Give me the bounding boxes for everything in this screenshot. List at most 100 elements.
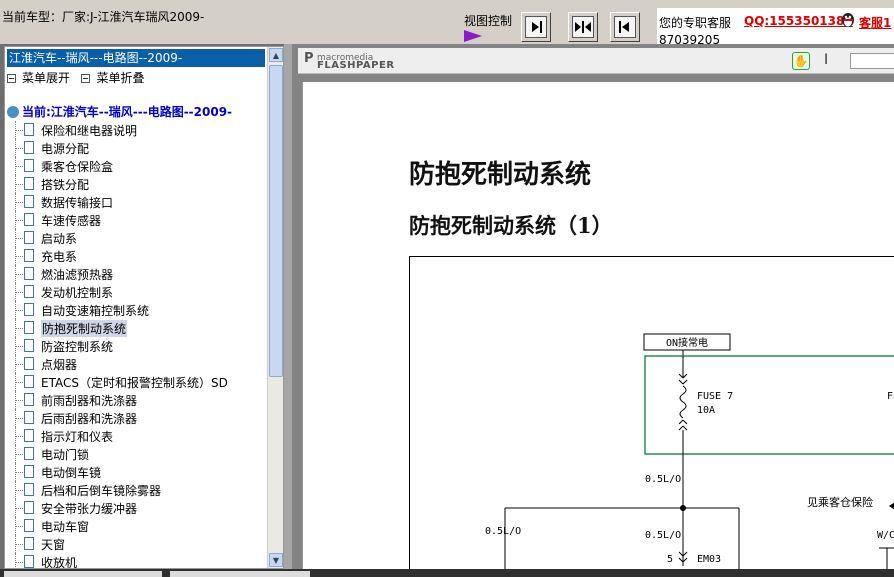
- tree-item[interactable]: 保险和继电器说明: [5, 121, 267, 139]
- tree-item[interactable]: 收放机: [5, 553, 267, 568]
- tree-connector: [15, 544, 23, 545]
- tree-item-label[interactable]: 数据传输接口: [41, 194, 113, 211]
- tree-item[interactable]: 点烟器: [5, 355, 267, 373]
- tree-item[interactable]: 防盗控制系统: [5, 337, 267, 355]
- panel-splitter[interactable]: [284, 44, 292, 577]
- tree-item-label[interactable]: 保险和继电器说明: [41, 122, 137, 139]
- tree-item-label[interactable]: 启动系: [41, 230, 77, 247]
- tree-item-label[interactable]: 天窗: [41, 536, 65, 553]
- document-icon: [24, 393, 34, 406]
- document-icon: [24, 177, 34, 190]
- tree-list: 保险和继电器说明 电源分配 乘客仓保险盒 搭铁分配 数据传输接口 车速传感器 启动系 充电系燃…: [5, 121, 267, 568]
- tree-item-label[interactable]: 后档和后倒车镜除雾器: [41, 482, 161, 499]
- tree-item[interactable]: ETACS（定时和报警控制系统）SD: [5, 373, 267, 391]
- tree-item[interactable]: 充电系: [5, 247, 267, 265]
- tree-item-label[interactable]: 燃油滤预热器: [41, 266, 113, 283]
- expand-menu-button[interactable]: 菜单展开: [22, 71, 70, 85]
- tree-item[interactable]: 电动倒车镜: [5, 463, 267, 481]
- tree-item[interactable]: 防抱死制动系统: [5, 319, 267, 337]
- text-select-tool[interactable]: I: [824, 52, 828, 68]
- expand-menu-icon[interactable]: [7, 74, 16, 83]
- tree-item[interactable]: 发动机控制系: [5, 283, 267, 301]
- tree-item-label[interactable]: 点烟器: [41, 356, 77, 373]
- service-qq-link[interactable]: QQ:1553501388: [744, 14, 853, 28]
- tree-item-label[interactable]: 自动变速箱控制系统: [41, 302, 149, 319]
- document-icon: [24, 123, 34, 136]
- flashpaper-toolbar: P macromedia FLASHPAPER ✋ I: [298, 48, 894, 74]
- document-icon: [24, 555, 34, 568]
- tree-item-label[interactable]: 防抱死制动系统: [41, 320, 128, 337]
- tree-item[interactable]: 自动变速箱控制系统: [5, 301, 267, 319]
- tree-item[interactable]: 安全带张力缓冲器: [5, 499, 267, 517]
- tree-item[interactable]: 指示灯和仪表: [5, 427, 267, 445]
- tree-item-label[interactable]: 电动车窗: [41, 518, 89, 535]
- qq-penguin-icon[interactable]: [839, 10, 857, 28]
- tree-item[interactable]: 搭铁分配: [5, 175, 267, 193]
- tree-connector: [15, 472, 23, 473]
- scroll-up-button[interactable]: ▲: [269, 48, 283, 62]
- tree-connector: [15, 130, 23, 131]
- tree-item[interactable]: 前雨刮器和洗涤器: [5, 391, 267, 409]
- tree-item-label[interactable]: 防盗控制系统: [41, 338, 113, 355]
- bottom-scroll-segment-left[interactable]: [4, 571, 162, 577]
- service-link-1[interactable]: 客服1: [859, 14, 891, 31]
- tree-connector: [15, 382, 23, 383]
- on-power-label: ON接常电: [666, 336, 708, 349]
- tree-connector: [15, 220, 23, 221]
- tree-connector: [15, 184, 23, 185]
- tree-item-label[interactable]: 发动机控制系: [41, 284, 113, 301]
- tree-item-label[interactable]: 乘客仓保险盒: [41, 158, 113, 175]
- tree-root[interactable]: 当前:江淮汽车--瑞风---电路图--2009-: [7, 103, 232, 120]
- tree-item-label[interactable]: 电动门锁: [41, 446, 89, 463]
- tree-item-label[interactable]: 收放机: [41, 554, 77, 568]
- hand-tool-icon[interactable]: ✋: [792, 52, 810, 70]
- expand-right-button[interactable]: [521, 12, 551, 42]
- tree-item-label[interactable]: 充电系: [41, 248, 77, 265]
- wire-label-2: 0.5L/O: [485, 526, 521, 537]
- tree-item[interactable]: 数据传输接口: [5, 193, 267, 211]
- tree-item-label[interactable]: 指示灯和仪表: [41, 428, 113, 445]
- tree-item-label[interactable]: 电动倒车镜: [41, 464, 101, 481]
- tree-item[interactable]: 后雨刮器和洗涤器: [5, 409, 267, 427]
- flashpaper-logo: P macromedia FLASHPAPER: [304, 52, 395, 71]
- collapse-menu-button[interactable]: 菜单折叠: [96, 71, 144, 85]
- center-both-button[interactable]: [568, 12, 598, 42]
- page-number-input[interactable]: [850, 53, 894, 69]
- connector-label: EM03: [697, 554, 721, 565]
- tree-item[interactable]: 乘客仓保险盒: [5, 157, 267, 175]
- tree-item[interactable]: 后档和后倒车镜除雾器: [5, 481, 267, 499]
- tree-connector: [15, 364, 23, 365]
- document-icon: [24, 447, 34, 460]
- tree-item-label[interactable]: ETACS（定时和报警控制系统）SD: [41, 374, 228, 391]
- document-icon: [24, 231, 34, 244]
- tree-item-label[interactable]: 车速传感器: [41, 212, 101, 229]
- tree-item-label[interactable]: 搭铁分配: [41, 176, 89, 193]
- collapse-menu-icon[interactable]: [81, 74, 91, 83]
- tree-item[interactable]: 电动门锁: [5, 445, 267, 463]
- fuse-box-outline: [644, 355, 894, 455]
- tree-item-label[interactable]: 电源分配: [41, 140, 89, 157]
- document-icon: [24, 213, 34, 226]
- tree-item-label[interactable]: 前雨刮器和洗涤器: [41, 392, 137, 409]
- scroll-thumb[interactable]: [269, 65, 283, 377]
- tree-scrollbar[interactable]: ▲ ▼: [267, 47, 283, 568]
- tree-item[interactable]: 燃油滤预热器: [5, 265, 267, 283]
- expand-left-button[interactable]: [610, 12, 640, 42]
- tree-item[interactable]: 车速传感器: [5, 211, 267, 229]
- scroll-down-button[interactable]: ▼: [269, 553, 283, 567]
- current-car-model: 当前车型：厂家:J-江淮汽车瑞风2009-: [2, 10, 205, 24]
- ref-text: 见乘客仓保险: [807, 495, 873, 509]
- bottom-scroll-segment-right[interactable]: [170, 571, 310, 577]
- tree-item[interactable]: 天窗: [5, 535, 267, 553]
- tree-item[interactable]: 启动系: [5, 229, 267, 247]
- fuse-label: FUSE 7: [697, 391, 733, 402]
- tree-item[interactable]: 电动车窗: [5, 517, 267, 535]
- tree-connector: [15, 202, 23, 203]
- wire-label-3: 0.5L/O: [645, 530, 681, 541]
- tree-item[interactable]: 电源分配: [5, 139, 267, 157]
- tree-connector: [15, 400, 23, 401]
- tree-item-label[interactable]: 安全带张力缓冲器: [41, 500, 137, 517]
- tree-connector: [15, 562, 23, 563]
- tree-connector: [15, 238, 23, 239]
- tree-item-label[interactable]: 后雨刮器和洗涤器: [41, 410, 137, 427]
